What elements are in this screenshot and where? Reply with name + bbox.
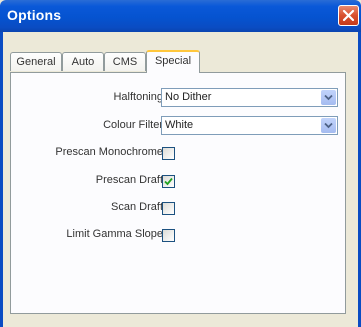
checkmark-icon — [164, 177, 173, 186]
options-dialog: Options General Auto CMS Special Halfton… — [0, 0, 361, 327]
special-tab-panel: Halftoning No Dither Colour Filter White… — [10, 72, 346, 314]
colour-filter-label: Colour Filter — [103, 119, 163, 131]
prescan-monochrome-checkbox[interactable] — [162, 147, 175, 160]
window-frame-left — [0, 32, 3, 327]
halftoning-label: Halftoning — [113, 91, 163, 103]
limit-gamma-slope-label: Limit Gamma Slope — [66, 228, 163, 240]
colour-filter-select[interactable]: White — [161, 116, 338, 135]
prescan-draft-label: Prescan Draft — [95, 174, 163, 186]
limit-gamma-slope-checkbox[interactable] — [162, 229, 175, 242]
title-bar[interactable]: Options — [0, 0, 361, 32]
halftoning-value: No Dither — [165, 91, 212, 103]
chevron-down-icon — [324, 122, 333, 129]
window-title: Options — [7, 7, 62, 23]
scan-draft-checkbox[interactable] — [162, 202, 175, 215]
close-button[interactable] — [338, 5, 359, 26]
colour-filter-dropdown-button[interactable] — [321, 118, 336, 133]
tab-general[interactable]: General — [10, 52, 62, 71]
tab-auto[interactable]: Auto — [62, 52, 104, 71]
prescan-monochrome-label: Prescan Monochrome — [55, 146, 163, 158]
prescan-draft-checkbox[interactable] — [162, 175, 175, 188]
colour-filter-value: White — [165, 119, 194, 131]
halftoning-select[interactable]: No Dither — [161, 88, 338, 107]
tab-cms[interactable]: CMS — [104, 52, 146, 71]
chevron-down-icon — [324, 94, 333, 101]
halftoning-dropdown-button[interactable] — [321, 90, 336, 105]
close-icon — [342, 9, 355, 22]
scan-draft-label: Scan Draft — [111, 201, 163, 213]
tab-special[interactable]: Special — [146, 50, 200, 73]
